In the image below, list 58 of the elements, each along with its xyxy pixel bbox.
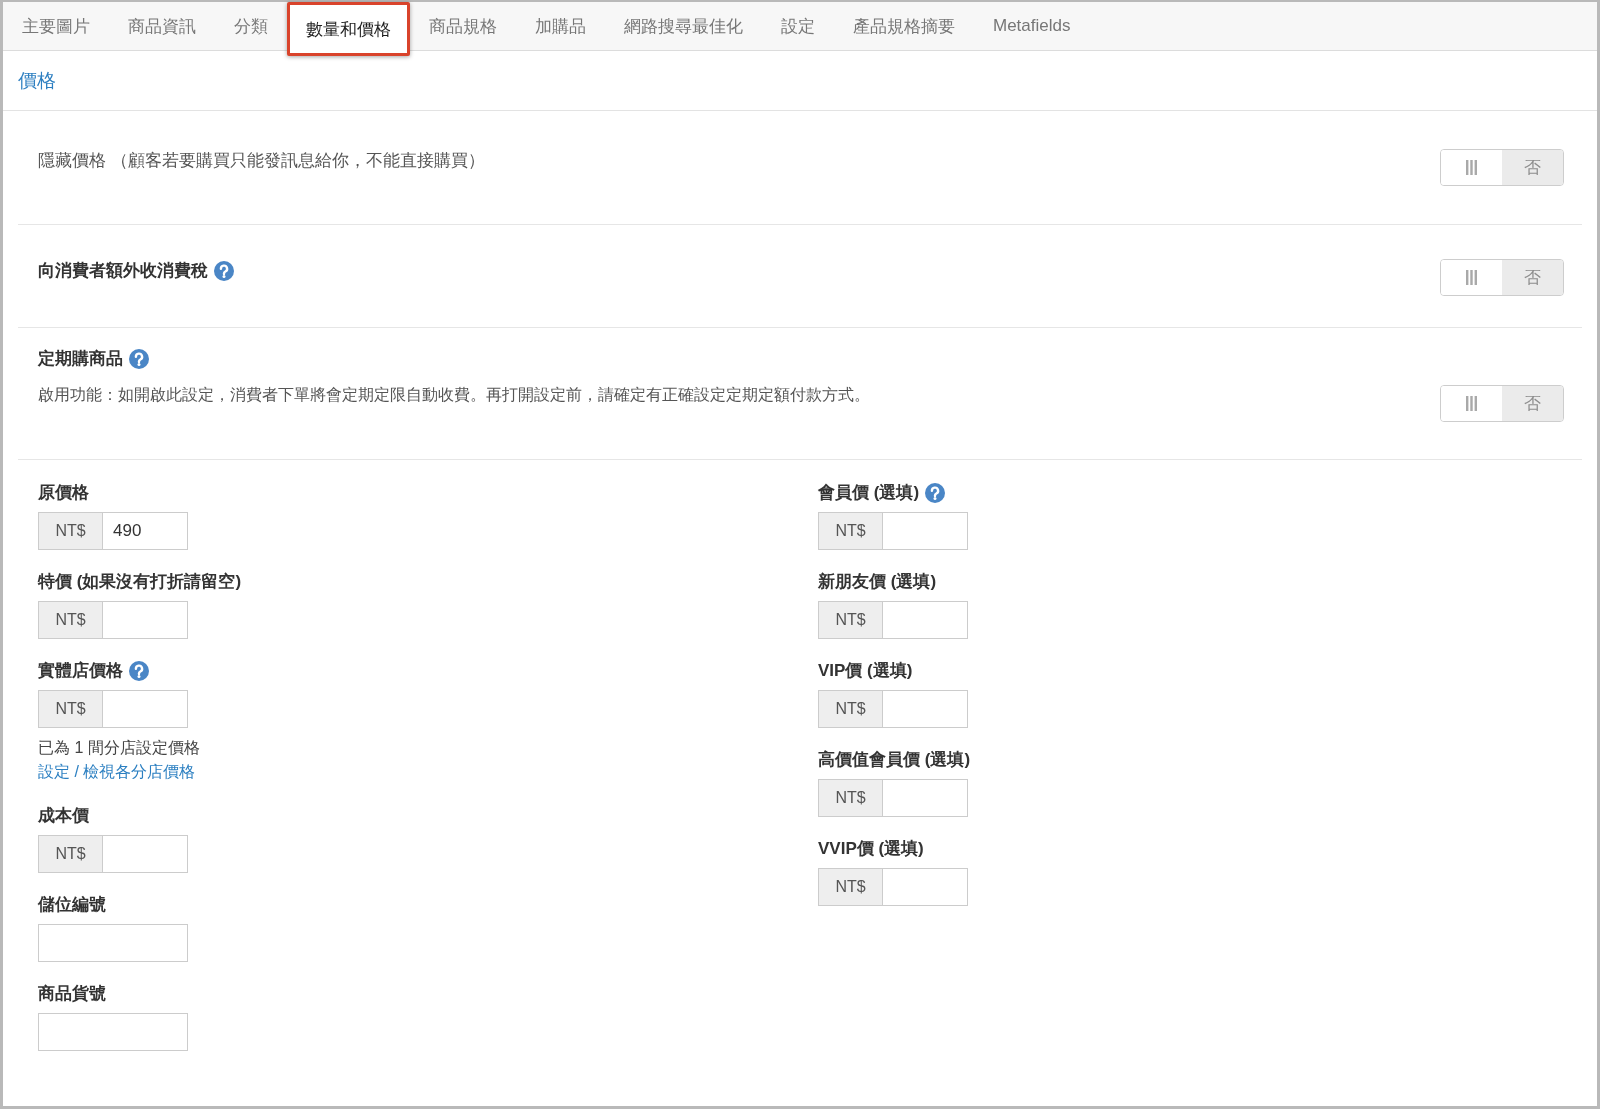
tab[interactable]: 商品資訊	[109, 2, 215, 50]
help-icon[interactable]	[925, 483, 946, 503]
setting-label: 向消費者額外收消費稅	[38, 260, 208, 282]
field-label: 新朋友價 (選填)	[818, 571, 937, 593]
tab[interactable]: 主要圖片	[3, 2, 109, 50]
field-label: VVIP價 (選填)	[818, 838, 924, 860]
currency-prefix: NT$	[38, 601, 102, 639]
tab[interactable]: 網路搜尋最佳化	[605, 2, 762, 50]
price-input[interactable]	[102, 601, 188, 639]
tab[interactable]: 分類	[215, 2, 287, 50]
field-label: 原價格	[38, 482, 89, 504]
grip-icon	[1466, 270, 1477, 285]
help-icon[interactable]	[129, 661, 149, 681]
price-input[interactable]	[882, 512, 968, 550]
field-label: 高價值會員價 (選填)	[818, 749, 971, 771]
currency-prefix: NT$	[818, 512, 882, 550]
field-label: VIP價 (選填)	[818, 660, 913, 682]
tab[interactable]: 產品規格摘要	[834, 2, 974, 50]
help-icon[interactable]	[129, 349, 149, 369]
field-label: 特價 (如果沒有打折請留空)	[38, 571, 242, 593]
price-input[interactable]	[882, 601, 968, 639]
branch-prices-link[interactable]: 設定 / 檢視各分店價格	[38, 762, 196, 782]
field-label: 成本價	[38, 805, 89, 827]
price-input[interactable]	[882, 690, 968, 728]
price-input[interactable]	[102, 835, 188, 873]
text-input[interactable]	[38, 1013, 188, 1051]
price-input[interactable]	[882, 868, 968, 906]
field-label: 實體店價格	[38, 660, 123, 682]
currency-prefix: NT$	[818, 690, 882, 728]
toggle-switch[interactable]: 否	[1440, 259, 1564, 296]
currency-prefix: NT$	[38, 690, 102, 728]
field-label: 會員價 (選填)	[818, 482, 920, 504]
branch-price-note: 已為 1 間分店設定價格	[38, 738, 201, 758]
price-input[interactable]: 490	[102, 512, 188, 550]
tab[interactable]: 數量和價格	[287, 2, 410, 56]
tab[interactable]: 設定	[762, 2, 834, 50]
price-input[interactable]	[882, 779, 968, 817]
currency-prefix: NT$	[38, 512, 102, 550]
field-label: 商品貨號	[38, 983, 106, 1005]
text-input[interactable]	[38, 924, 188, 962]
currency-prefix: NT$	[818, 868, 882, 906]
price-input[interactable]	[102, 690, 188, 728]
setting-label: 定期購商品	[38, 348, 123, 370]
section-title: 價格	[18, 68, 56, 93]
grip-icon	[1466, 396, 1477, 411]
toggle-switch[interactable]: 否	[1440, 385, 1564, 422]
help-icon[interactable]	[214, 261, 234, 281]
currency-prefix: NT$	[818, 779, 882, 817]
tab[interactable]: Metafields	[974, 2, 1090, 50]
toggle-switch[interactable]: 否	[1440, 149, 1564, 186]
currency-prefix: NT$	[38, 835, 102, 873]
currency-prefix: NT$	[818, 601, 882, 639]
field-label: 儲位編號	[38, 894, 106, 916]
tab[interactable]: 加購品	[516, 2, 605, 50]
tab[interactable]: 商品規格	[410, 2, 516, 50]
setting-label: 隱藏價格 （顧客若要購買只能發訊息給你，不能直接購買）	[38, 150, 485, 172]
setting-description: 啟用功能：如開啟此設定，消費者下單將會定期定限自動收費。再打開設定前，請確定有正確設定定期定額付款方式。	[38, 385, 870, 405]
grip-icon	[1466, 160, 1477, 175]
